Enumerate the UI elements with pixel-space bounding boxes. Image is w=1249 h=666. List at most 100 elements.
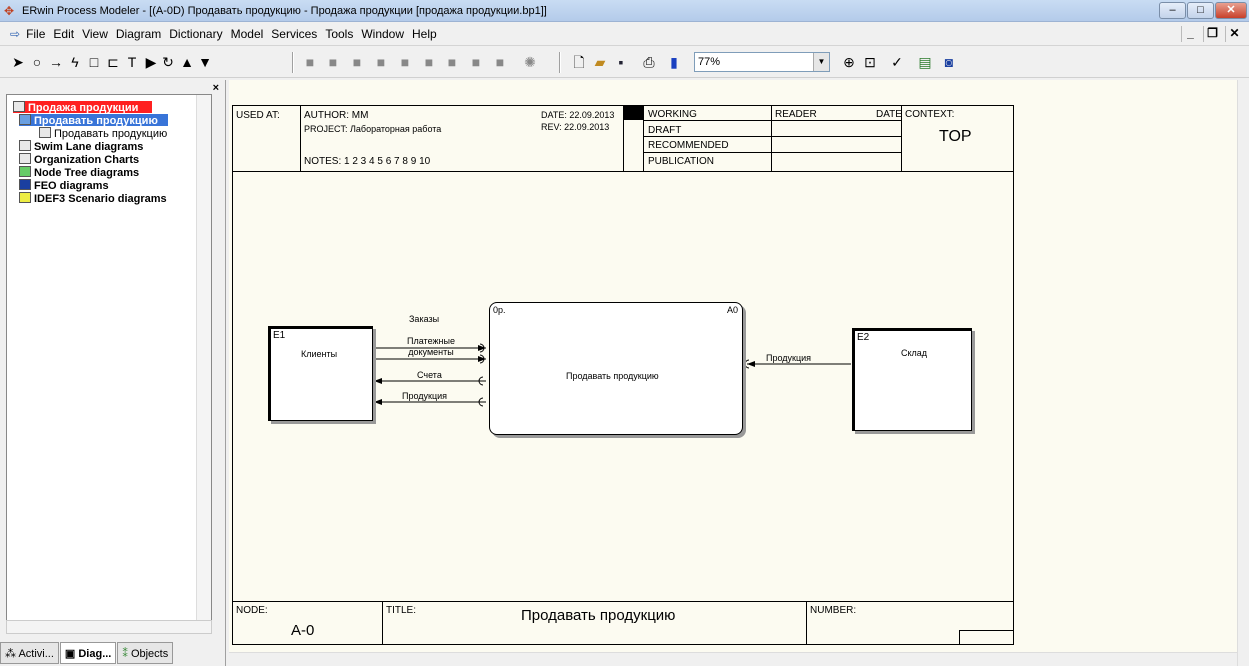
activity-cost: 0р. [493,305,506,315]
dict-icon[interactable]: ■ [372,53,390,72]
external-entity-warehouse[interactable]: E2 Склад [852,328,972,431]
tab-label: Activi... [18,648,54,660]
arrow-tool-icon[interactable]: → [48,53,64,72]
tree-item-root[interactable]: Продажа продукции [13,101,153,114]
tree-item-label: FEO diagrams [34,180,109,192]
menu-diagram[interactable]: Diagram [116,27,161,41]
datastore-tool-icon[interactable]: ⊏ [105,53,121,72]
abc-icon[interactable]: ■ [467,53,485,72]
toolbar: ➤ ○ → ϟ □ ⊏ T ▶ ↻ ▲ ▼ ■ ■ ■ ■ ■ ■ ■ ■ ■ … [0,47,1249,78]
up-tool-icon[interactable]: ▲ [179,53,195,72]
tree-item-swimlane[interactable]: Swim Lane diagrams [19,140,144,153]
minimize-button[interactable]: – [1159,2,1186,19]
activity-icon [19,114,31,125]
lock-icon[interactable]: ■ [348,53,366,72]
browser-icon[interactable]: ◙ [940,53,958,72]
print-icon[interactable]: ⎙ [640,53,658,72]
menu-file[interactable]: File [26,27,45,41]
close-button[interactable]: ✕ [1215,2,1247,19]
tree-horizontal-scrollbar[interactable] [6,620,212,634]
tab-activities[interactable]: ⁂ Activi... [0,642,59,664]
model-icon [13,101,25,112]
activity-box-a0[interactable]: 0р. A0 Продавать продукцию [489,302,743,435]
tab-diagrams[interactable]: ▣ Diag... [59,642,117,664]
diagram-icon [39,127,51,138]
down-tool-icon[interactable]: ▼ [197,53,213,72]
arrow-label-products: Продукция [402,391,448,401]
menu-services[interactable]: Services [271,27,317,41]
menu-model[interactable]: Model [231,27,264,41]
rotate-tool-icon[interactable]: ↻ [160,53,176,72]
external-entity-clients[interactable]: E1 Клиенты [268,326,373,421]
save-icon[interactable]: ▪ [612,53,630,72]
zoom-select[interactable]: 77% ▼ [694,52,830,72]
menu-window[interactable]: Window [361,27,404,41]
canvas-horizontal-scrollbar[interactable] [229,652,1237,666]
model-tree: Продажа продукции Продавать продукцию Пр… [6,94,212,634]
canvas-vertical-scrollbar[interactable] [1237,80,1249,666]
mdi-close-button[interactable]: ✕ [1225,26,1243,42]
diagram-canvas[interactable]: USED AT: AUTHOR: MM PROJECT: Лабораторна… [229,80,1237,652]
chevron-down-icon[interactable]: ▼ [813,53,829,71]
title-bar: ✥ ERwin Process Modeler - [(A-0D) Продав… [0,0,1249,22]
menu-edit[interactable]: Edit [53,27,74,41]
text-tool-icon[interactable]: T [124,53,140,72]
tab-label: Diag... [78,648,112,660]
zoom-value: 77% [698,56,721,68]
tunnel-icon[interactable]: ■ [324,53,342,72]
zoom-fit-icon[interactable]: ⊡ [861,53,879,72]
entity-id: E1 [273,330,286,341]
tree-item-orgchart[interactable]: Organization Charts [19,153,140,166]
orgchart-icon [19,153,31,164]
tree-vertical-scrollbar[interactable] [196,95,211,633]
tree-item-idef3[interactable]: IDEF3 Scenario diagrams [19,192,167,205]
entity-id: E2 [857,332,870,343]
maximize-button[interactable]: □ [1187,2,1214,19]
squiggle-tool-icon[interactable]: ϟ [67,53,83,72]
new-file-icon[interactable]: 🗋 [570,53,588,72]
grid-icon[interactable]: ■ [443,53,461,72]
tree-item-nodetree[interactable]: Node Tree diagrams [19,166,139,179]
tree-item-diagram[interactable]: Продавать продукцию [39,127,168,140]
panel-tabs: ⁂ Activi... ▣ Diag... ⁑ Objects [0,642,226,666]
open-folder-icon[interactable]: ▰ [591,53,609,72]
toolbar-separator [559,52,561,73]
tree-item-feo[interactable]: FEO diagrams [19,179,109,192]
mdi-restore-button[interactable]: ❐ [1203,26,1221,42]
activity-tool-icon[interactable]: ○ [29,53,45,72]
font-icon[interactable]: ■ [396,53,414,72]
tree-item-label: Продавать продукцию [34,115,158,127]
panel-close-icon[interactable]: × [213,82,219,94]
diagrams-tab-icon: ▣ [64,648,79,660]
zoom-in-icon[interactable]: ⊕ [840,53,858,72]
menu-tools[interactable]: Tools [325,27,353,41]
member-icon[interactable]: ■ [301,53,319,72]
tree-item-label: Organization Charts [34,154,140,166]
spell-check-icon[interactable]: ✓ [888,53,906,72]
swimlane-icon [19,140,31,151]
menu-dictionary[interactable]: Dictionary [169,27,222,41]
tab-label: Objects [130,648,169,660]
tree-item-activity[interactable]: Продавать продукцию [19,114,168,127]
tree-item-label: Swim Lane diagrams [34,141,144,153]
tree-item-label: Продавать продукцию [54,128,168,140]
toolbar-separator [292,52,294,73]
rectangle-tool-icon[interactable]: □ [86,53,102,72]
model-explorer-icon[interactable]: ▮ [665,53,683,72]
color-icon[interactable]: ■ [491,53,509,72]
star-icon[interactable]: ✺ [521,53,539,72]
menu-view[interactable]: View [82,27,108,41]
pointer-tool-icon[interactable]: ➤ [10,53,26,72]
mdi-minimize-button[interactable]: _ [1181,26,1199,42]
play-tool-icon[interactable]: ▶ [143,53,159,72]
menu-bar: ⇨ File Edit View Diagram Dictionary Mode… [0,22,1249,46]
arrow-label-orders: Заказы [409,314,440,324]
activity-id: A0 [726,305,738,315]
arrow-label-invoices: Счета [417,370,442,380]
document-icon[interactable]: ⇨ [10,27,20,41]
format-icon[interactable]: ■ [420,53,438,72]
arrow-label-products-warehouse: Продукция [766,353,812,363]
menu-help[interactable]: Help [412,27,437,41]
tab-objects[interactable]: ⁑ Objects [117,642,174,664]
tree-icon[interactable]: ▤ [916,53,934,72]
